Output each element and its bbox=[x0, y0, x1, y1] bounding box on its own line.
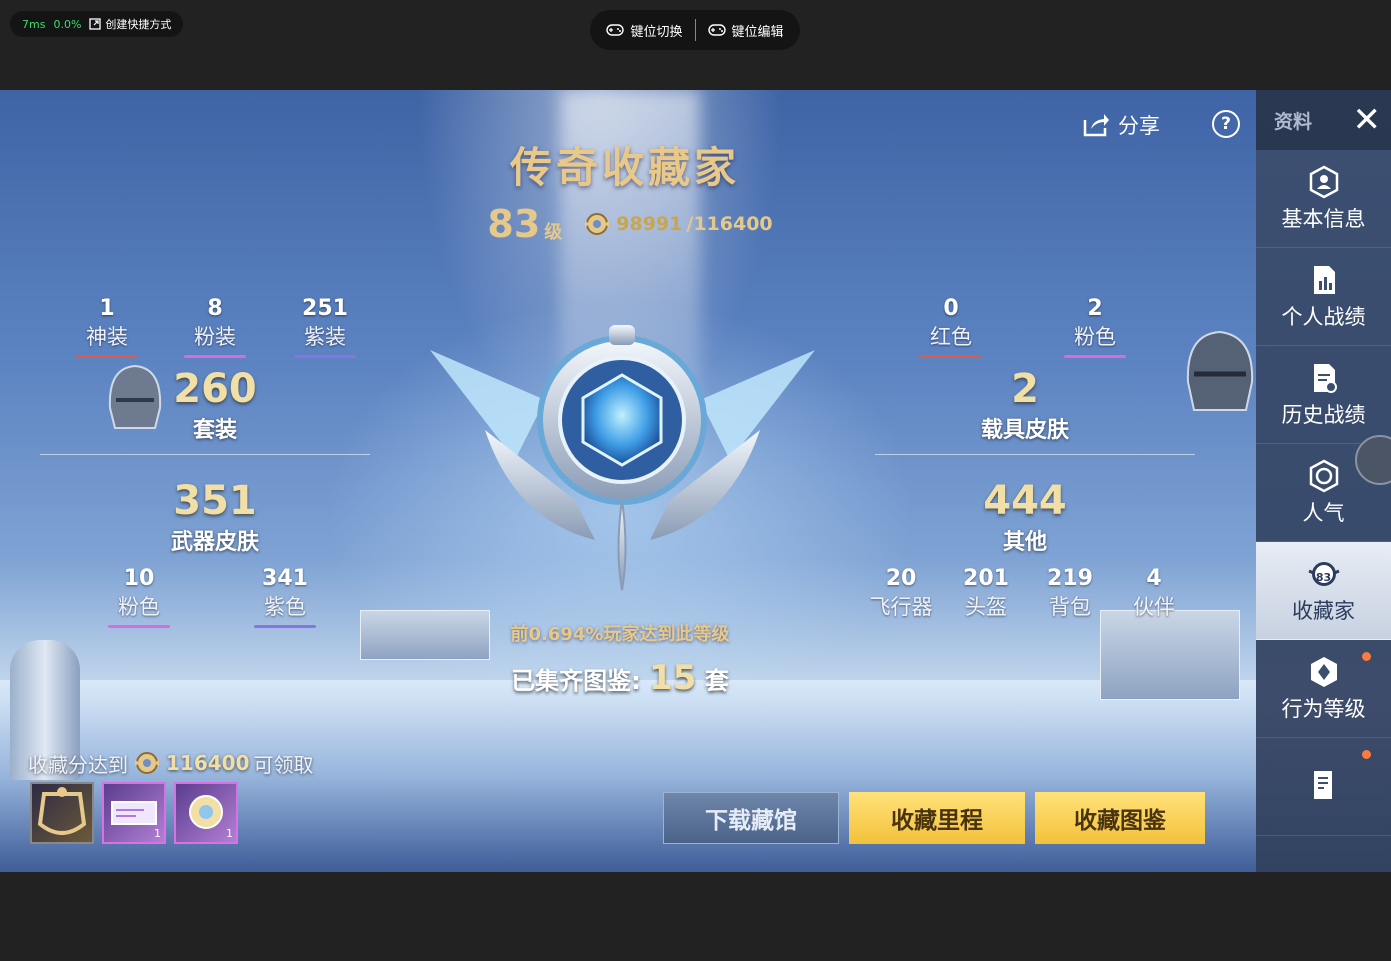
loss-text: 0.0% bbox=[53, 17, 82, 31]
building-decoration bbox=[1100, 610, 1240, 700]
stat-helmet[interactable]: 201 头盔 bbox=[956, 566, 1016, 621]
help-icon: ? bbox=[1221, 114, 1231, 134]
stat-legendary-outfit[interactable]: 1 神装 bbox=[76, 296, 138, 358]
tier-underline bbox=[1064, 355, 1126, 358]
reward-hint: 收藏分达到 116400 可领取 bbox=[28, 748, 314, 778]
stat-pink-weapon[interactable]: 10 粉色 bbox=[108, 566, 170, 628]
divider bbox=[40, 454, 370, 455]
tier-underline bbox=[184, 355, 246, 358]
download-museum-button[interactable]: 下载藏馆 bbox=[663, 792, 839, 844]
reward-value: 116400 bbox=[166, 751, 250, 775]
share-button[interactable]: 分享 bbox=[1082, 110, 1160, 140]
collector-level-badge: 83 bbox=[1315, 571, 1332, 584]
stat-purple-weapon[interactable]: 341 紫色 bbox=[254, 566, 316, 628]
behavior-level-icon bbox=[1310, 656, 1337, 687]
page-title: 传奇收藏家 bbox=[509, 143, 740, 192]
stat-red-vehicle[interactable]: 0 红色 bbox=[920, 296, 982, 358]
history-document-icon bbox=[1313, 363, 1337, 393]
stat-companion[interactable]: 4 伙伴 bbox=[1124, 566, 1184, 621]
key-edit-button[interactable]: 键位编辑 bbox=[696, 21, 796, 40]
notification-dot bbox=[1362, 750, 1371, 759]
latency-text: 7ms bbox=[22, 17, 46, 31]
stat-backpack[interactable]: 219 背包 bbox=[1040, 566, 1100, 621]
rank-percent-text: 前0.694%玩家达到此等级 bbox=[510, 624, 730, 645]
level-unit: 级 bbox=[544, 222, 563, 243]
reward-items: 1 1 bbox=[30, 782, 238, 844]
share-icon bbox=[1083, 114, 1109, 137]
sidebar-item-personal-stats[interactable]: 个人战绩 bbox=[1256, 248, 1391, 346]
level-value: 83 bbox=[487, 202, 541, 246]
reward-prefix: 收藏分达到 bbox=[28, 752, 128, 777]
collection-score: 98991 /116400 bbox=[582, 209, 773, 239]
sets-count: 15 bbox=[649, 658, 697, 698]
shortcut-icon bbox=[89, 18, 102, 30]
notification-dot bbox=[1362, 652, 1371, 661]
stat-glider[interactable]: 20 飞行器 bbox=[866, 566, 936, 621]
close-icon[interactable]: ✕ bbox=[1353, 103, 1382, 137]
reward-suffix: 可领取 bbox=[253, 752, 314, 777]
medal-icon bbox=[585, 213, 610, 235]
stats-document-icon bbox=[1313, 265, 1335, 294]
collector-badge-emblem bbox=[430, 325, 815, 591]
performance-indicator: 7ms 0.0% 创建快捷方式 bbox=[10, 11, 184, 37]
reward-badge-item[interactable]: 1 bbox=[174, 782, 238, 844]
sidebar-header: 资料 ✕ bbox=[1256, 90, 1391, 150]
profile-icon bbox=[1309, 165, 1338, 198]
document-icon bbox=[1313, 770, 1332, 799]
create-shortcut-button[interactable]: 创建快捷方式 bbox=[89, 16, 171, 32]
sidebar-item-history-stats[interactable]: 历史战绩 bbox=[1256, 346, 1391, 444]
reward-card-item[interactable]: 1 bbox=[102, 782, 166, 844]
stat-vehicle-skins[interactable]: 2 载具皮肤 bbox=[960, 366, 1090, 444]
sets-prefix: 已集齐图鉴: bbox=[511, 667, 641, 695]
stat-outfits[interactable]: 260 套装 bbox=[160, 366, 270, 444]
sidebar-item-basic-info[interactable]: 基本信息 bbox=[1256, 150, 1391, 248]
key-switch-button[interactable]: 键位切换 bbox=[594, 21, 694, 40]
collection-catalog-button[interactable]: 收藏图鉴 bbox=[1035, 792, 1205, 844]
helmet-icon bbox=[1186, 330, 1254, 411]
sidebar-title: 资料 bbox=[1274, 110, 1313, 133]
stat-pink-vehicle[interactable]: 2 粉色 bbox=[1064, 296, 1126, 358]
key-mapping-bar: 键位切换 键位编辑 bbox=[590, 10, 800, 50]
stat-pink-outfit[interactable]: 8 粉装 bbox=[184, 296, 246, 358]
stat-others[interactable]: 444 其他 bbox=[970, 478, 1080, 556]
score-total: /116400 bbox=[686, 213, 773, 235]
gamepad-icon bbox=[606, 24, 625, 36]
tier-underline bbox=[254, 625, 316, 628]
shortcut-label: 创建快捷方式 bbox=[105, 18, 172, 31]
help-button[interactable]: ? bbox=[1212, 110, 1240, 138]
divider bbox=[875, 454, 1195, 455]
popularity-icon bbox=[1309, 459, 1338, 492]
tier-underline bbox=[294, 355, 356, 358]
key-switch-label: 键位切换 bbox=[630, 24, 683, 40]
game-viewport: 传奇收藏家 83 级 98991 /116400 1 神装 8 粉装 251 紫… bbox=[0, 90, 1391, 872]
sidebar-item-more[interactable] bbox=[1256, 738, 1391, 836]
level-row: 83 级 98991 /116400 bbox=[487, 202, 772, 246]
stat-purple-outfit[interactable]: 251 紫装 bbox=[294, 296, 356, 358]
sets-unit: 套 bbox=[704, 667, 729, 695]
gamepad-icon bbox=[707, 24, 726, 36]
avatar-frame-icon bbox=[37, 787, 87, 835]
stat-weapon-skins[interactable]: 351 武器皮肤 bbox=[150, 478, 280, 556]
tier-underline bbox=[920, 355, 982, 358]
collection-milestone-button[interactable]: 收藏里程 bbox=[849, 792, 1025, 844]
medal-icon bbox=[135, 752, 159, 774]
collected-sets: 已集齐图鉴: 15 套 bbox=[470, 658, 770, 698]
tier-underline bbox=[108, 625, 170, 628]
sidebar-item-behavior-level[interactable]: 行为等级 bbox=[1256, 640, 1391, 738]
key-edit-label: 键位编辑 bbox=[731, 24, 784, 40]
sidebar-item-collector[interactable]: 83 收藏家 bbox=[1256, 542, 1391, 640]
reward-frame-item[interactable] bbox=[30, 782, 94, 844]
share-label: 分享 bbox=[1118, 114, 1160, 138]
score-current: 98991 bbox=[616, 213, 683, 235]
